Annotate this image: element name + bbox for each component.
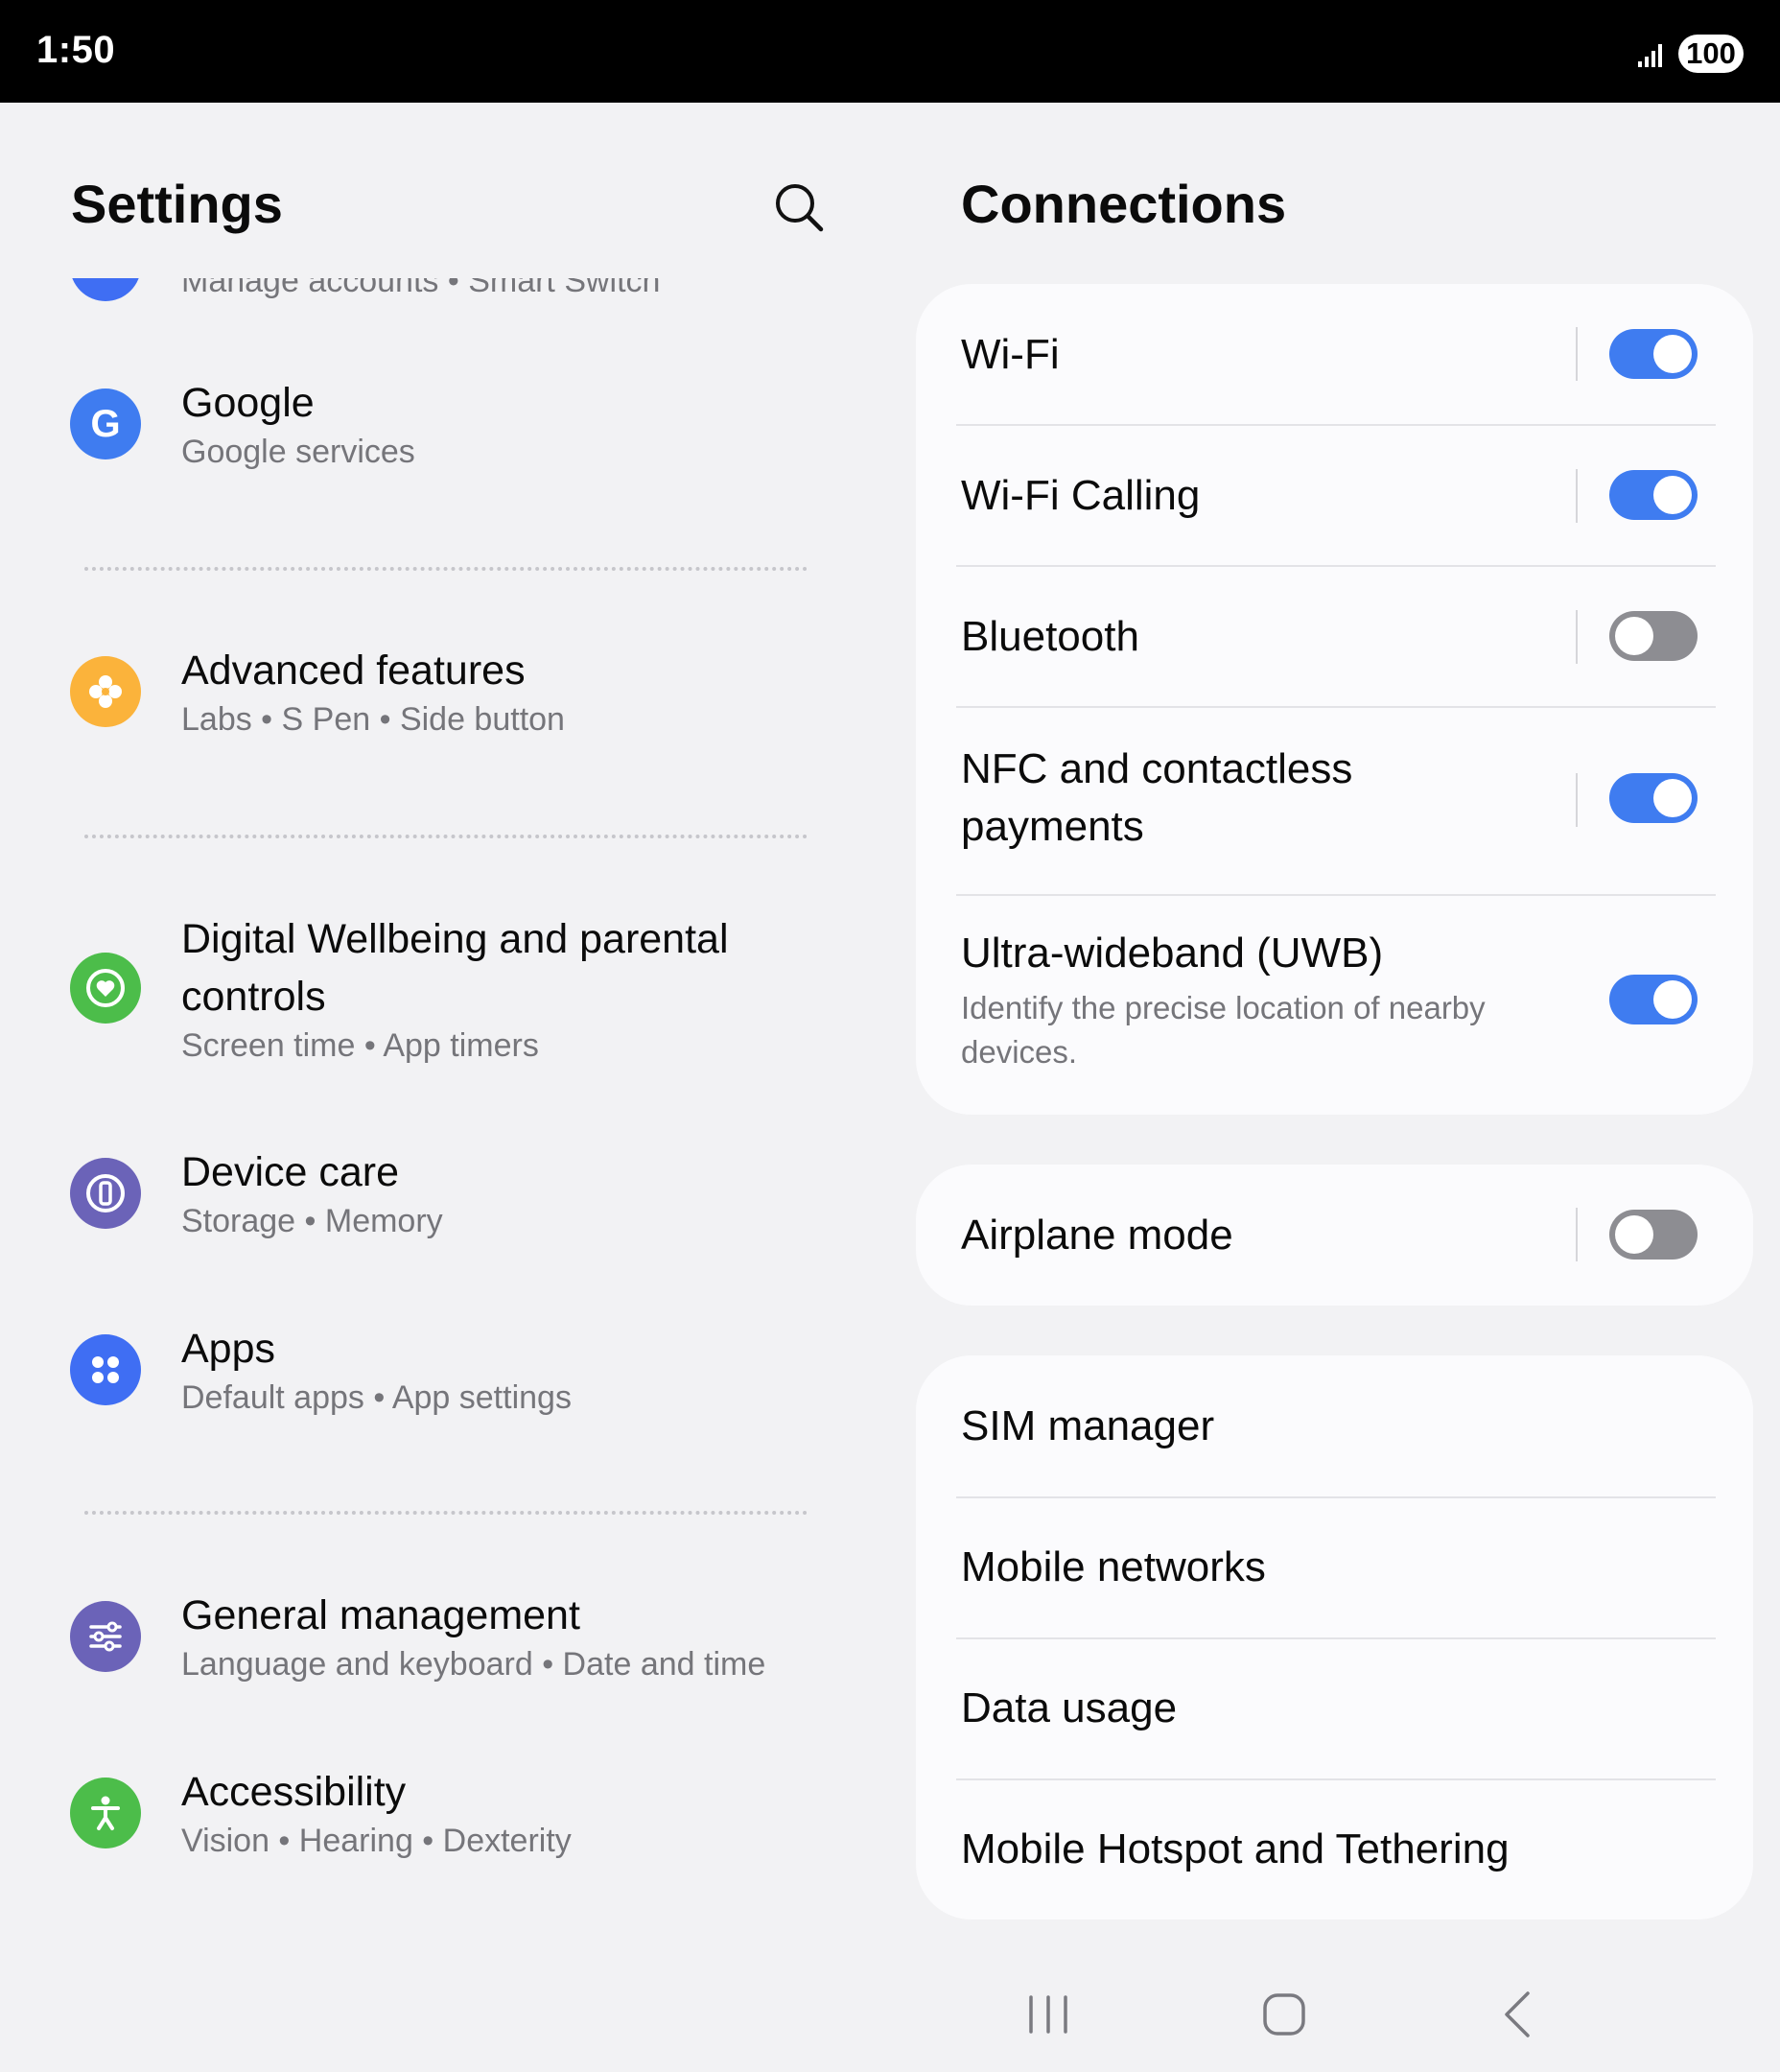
settings-item-subtitle: Vision • Hearing • Dexterity [181,1823,572,1859]
divider [1576,469,1578,523]
advanced-features-icon [70,656,141,727]
bluetooth-row[interactable]: Bluetooth [916,567,1753,707]
status-time: 1:50 [36,29,116,71]
uwb-row[interactable]: Ultra-wideband (UWB) Identify the precis… [916,896,1753,1115]
uwb-label: Ultra-wideband (UWB) [961,930,1384,977]
divider [1576,1208,1578,1261]
bluetooth-toggle[interactable] [1609,611,1698,661]
settings-item-advanced-features[interactable]: Advanced features Labs • S Pen • Side bu… [0,642,882,757]
airplane-card: Airplane mode [916,1165,1753,1306]
divider [1576,610,1578,664]
hotspot-row[interactable]: Mobile Hotspot and Tethering [916,1780,1753,1919]
settings-item-subtitle: Storage • Memory [181,1203,443,1239]
settings-item-apps[interactable]: Apps Default apps • App settings [0,1320,882,1435]
recents-icon[interactable] [1019,1986,1077,2043]
divider [1576,327,1578,381]
back-icon[interactable] [1491,1986,1549,2043]
sim-manager-row[interactable]: SIM manager [916,1355,1753,1496]
general-management-icon [70,1601,141,1672]
divider [1576,773,1578,827]
nfc-toggle[interactable] [1609,773,1698,823]
settings-item-subtitle: Manage accounts • Smart Switch [181,278,661,299]
status-bar: 1:50 100 [0,0,1780,103]
wifi-calling-row[interactable]: Wi-Fi Calling [916,426,1753,566]
settings-item-title: Device care [181,1149,400,1195]
wifi-row[interactable]: Wi-Fi [916,284,1753,425]
home-icon[interactable] [1255,1986,1313,2043]
divider [84,567,808,571]
divider [84,835,808,838]
settings-item-title: Advanced features [181,648,526,694]
settings-item-title: Apps [181,1326,276,1372]
airplane-toggle[interactable] [1609,1210,1698,1260]
mobile-networks-row[interactable]: Mobile networks [916,1498,1753,1637]
divider [84,1511,808,1515]
network-card: SIM manager Mobile networks Data usage M… [916,1355,1753,1919]
settings-item-subtitle: Google services [181,434,415,470]
accessibility-icon [70,1778,141,1848]
accounts-icon [70,278,141,301]
settings-item-accessibility[interactable]: Accessibility Vision • Hearing • Dexteri… [0,1763,882,1878]
device-care-icon [70,1158,141,1229]
nfc-label: NFC and contactless payments [961,745,1353,850]
wifi-calling-label: Wi-Fi Calling [961,472,1201,519]
apps-icon [70,1334,141,1405]
data-usage-label: Data usage [961,1684,1178,1731]
svg-text:G: G [90,403,120,445]
page-title: Settings [71,174,283,234]
google-icon: G [70,388,141,459]
settings-list[interactable]: Manage accounts • Smart Switch G Google … [0,278,882,2072]
data-usage-row[interactable]: Data usage [916,1639,1753,1778]
settings-item-subtitle: Language and keyboard • Date and time [181,1646,766,1683]
uwb-description: Identify the precise location of nearby … [961,990,1486,1070]
uwb-toggle[interactable] [1609,975,1698,1024]
wifi-calling-toggle[interactable] [1609,470,1698,520]
settings-item-title: Google [181,380,315,426]
mobile-networks-label: Mobile networks [961,1543,1266,1590]
settings-item-digital-wellbeing[interactable]: Digital Wellbeing and parental controls … [0,910,882,1083]
settings-item-google[interactable]: G Google Google services [0,374,882,489]
settings-item-title: General management [181,1592,580,1638]
settings-item-subtitle: Screen time • App timers [181,1027,539,1064]
settings-item-title: Digital Wellbeing and parental controls [181,916,729,1020]
settings-item-accounts[interactable]: Manage accounts • Smart Switch [0,278,882,345]
sim-manager-label: SIM manager [961,1402,1215,1449]
search-icon[interactable] [767,176,831,239]
hotspot-label: Mobile Hotspot and Tethering [961,1825,1510,1872]
signal-icon [1638,44,1662,67]
bluetooth-label: Bluetooth [961,613,1139,660]
connections-card: Wi-Fi Wi-Fi Calling Bluetooth NFC and co… [916,284,1753,1115]
settings-item-device-care[interactable]: Device care Storage • Memory [0,1143,882,1259]
airplane-label: Airplane mode [961,1212,1233,1259]
settings-item-subtitle: Labs • S Pen • Side button [181,701,565,738]
nfc-row[interactable]: NFC and contactless payments [916,708,1753,895]
settings-item-title: Accessibility [181,1769,407,1815]
settings-item-general-management[interactable]: General management Language and keyboard… [0,1587,882,1702]
wifi-label: Wi-Fi [961,331,1060,378]
connections-title: Connections [961,174,1287,234]
battery-indicator: 100 [1678,35,1744,73]
settings-panel: Settings Manage accounts • Smart Switch … [0,103,882,2072]
digital-wellbeing-icon [70,953,141,1024]
wifi-toggle[interactable] [1609,329,1698,379]
airplane-row[interactable]: Airplane mode [916,1165,1753,1306]
settings-item-subtitle: Default apps • App settings [181,1379,572,1416]
